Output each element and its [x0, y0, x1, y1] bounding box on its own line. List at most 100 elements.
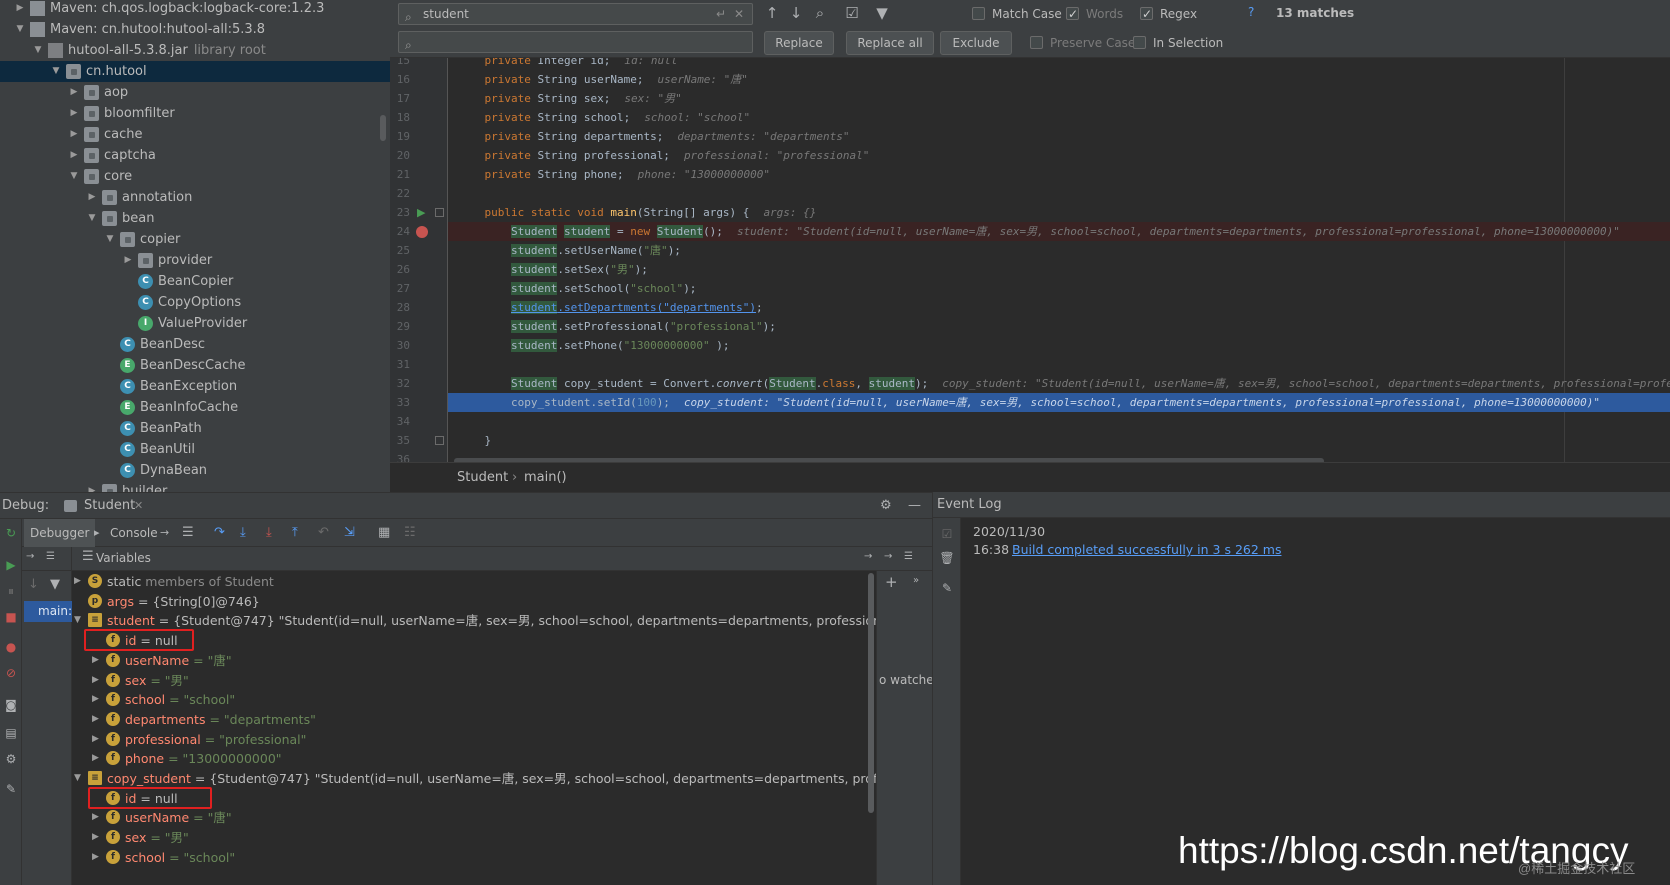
tree-item[interactable]: C BeanPath	[0, 418, 390, 439]
evaluate-expression-icon[interactable]: ▦	[378, 519, 390, 547]
collapse-arrow-icon[interactable]: ▼	[14, 19, 26, 40]
variables-restore-icon[interactable]: →	[864, 551, 872, 562]
line-number[interactable]: 20	[390, 146, 410, 165]
preserve-case-checkbox[interactable]: Preserve Case	[1030, 34, 1135, 52]
add-watch-icon[interactable]: +	[885, 573, 898, 591]
code-line[interactable]	[448, 184, 1670, 203]
collapse-arrow-icon[interactable]: ▼	[74, 768, 81, 789]
variable-row[interactable]: ▶ f userName = "唐"	[72, 807, 876, 828]
match-case-checkbox[interactable]: Match Case	[972, 5, 1062, 23]
tree-item[interactable]: ▼ hutool-all-5.3.8.jar library root	[0, 40, 390, 61]
breadcrumb-class[interactable]: Student	[457, 463, 508, 493]
regex-checkbox[interactable]: Regex	[1140, 5, 1197, 23]
code-line[interactable]	[448, 412, 1670, 431]
tree-item[interactable]: ▼ cn.hutool	[0, 61, 390, 82]
code-line[interactable]: student.setPhone("13000000000" );	[448, 336, 1670, 355]
fold-marker-icon[interactable]	[435, 436, 444, 445]
step-into-icon[interactable]: ⤓	[240, 519, 246, 547]
tree-item[interactable]: ▶ cache	[0, 124, 390, 145]
code-line[interactable]: Student student = new Student(); student:…	[448, 222, 1670, 241]
search-input[interactable]: ⌕ student ↵ ✕	[398, 3, 753, 25]
code-line[interactable]: private String school; school: "school"	[448, 108, 1670, 127]
variable-row[interactable]: p args = {String[0]@746}	[72, 591, 876, 612]
frames-filter-icon[interactable]: ▼	[50, 577, 60, 592]
expand-arrow-icon[interactable]: ▶	[92, 709, 99, 730]
console-tab[interactable]: Console	[110, 519, 158, 547]
variable-row[interactable]: ▶ f userName = "唐"	[72, 650, 876, 671]
line-number[interactable]: 34	[390, 412, 410, 431]
debugger-tab[interactable]: Debugger	[24, 519, 96, 547]
variable-row[interactable]: ▼ ≡ copy_student = {Student@747} "Student(…	[72, 768, 876, 789]
line-number[interactable]: 28	[390, 298, 410, 317]
variable-row[interactable]: ▶ f professional = "professional"	[72, 729, 876, 750]
code-line[interactable]	[448, 355, 1670, 374]
camera-icon[interactable]: ◙	[3, 697, 19, 713]
collapse-arrow-icon[interactable]: ▼	[86, 208, 98, 229]
pin-icon[interactable]: ✎	[3, 781, 19, 797]
view-breakpoints-icon[interactable]: ●	[3, 639, 19, 655]
previous-occurrence-icon[interactable]: ↑	[762, 3, 782, 23]
expand-arrow-icon[interactable]: ▶	[92, 807, 99, 828]
line-number[interactable]: 23	[390, 203, 410, 222]
stop-icon[interactable]: ■	[3, 609, 19, 625]
exclude-button[interactable]: Exclude	[940, 31, 1012, 55]
tree-item[interactable]: ▼ bean	[0, 208, 390, 229]
tree-item[interactable]: ▼ copier	[0, 229, 390, 250]
tree-item[interactable]: ▶ bloomfilter	[0, 103, 390, 124]
expand-arrow-icon[interactable]: ▶	[68, 103, 80, 124]
tree-scrollbar[interactable]	[380, 115, 386, 141]
code-line[interactable]: }	[448, 431, 1670, 450]
minimize-icon[interactable]: —	[908, 493, 921, 519]
run-to-cursor-icon[interactable]: ⇲	[344, 519, 355, 547]
variable-row[interactable]: ▶ f departments = "departments"	[72, 709, 876, 730]
tree-item[interactable]: ▶ Maven: ch.qos.logback:logback-core:1.2.…	[0, 0, 390, 19]
replace-input[interactable]: ⌕	[398, 31, 753, 53]
frames-list-icon[interactable]: ☰	[46, 551, 55, 562]
expand-arrow-icon[interactable]: ▶	[92, 847, 99, 868]
line-number[interactable]: 19	[390, 127, 410, 146]
tree-item[interactable]: I ValueProvider	[0, 313, 390, 334]
run-gutter-icon[interactable]: ▶	[417, 206, 425, 219]
collapse-arrow-icon[interactable]: ▼	[68, 166, 80, 187]
fold-marker-icon[interactable]	[435, 208, 444, 217]
expand-arrow-icon[interactable]: ▶	[68, 124, 80, 145]
line-number[interactable]: 29	[390, 317, 410, 336]
variable-row[interactable]: ▶ f sex = "男"	[72, 827, 876, 848]
expand-arrow-icon[interactable]: ▶	[86, 187, 98, 208]
code-line[interactable]: student.setProfessional("professional");	[448, 317, 1670, 336]
code-line[interactable]: private String departments; departments: …	[448, 127, 1670, 146]
tree-item[interactable]: ▶ builder	[0, 481, 390, 492]
expand-arrow-icon[interactable]: ▶	[68, 82, 80, 103]
wrench-icon[interactable]: ✎	[939, 580, 955, 596]
tree-item[interactable]: C CopyOptions	[0, 292, 390, 313]
tree-item[interactable]: ▶ provider	[0, 250, 390, 271]
filter-icon[interactable]: ▼	[872, 3, 892, 23]
variables-tree[interactable]: ▶ Sstatic members of Student p args = {Stri…	[72, 571, 876, 885]
code-line[interactable]: private String phone; phone: "13000000000…	[448, 165, 1670, 184]
line-number[interactable]: 31	[390, 355, 410, 374]
filter-search-results-icon[interactable]: ☑	[842, 3, 862, 23]
code-line[interactable]: private String sex; sex: "男"	[448, 89, 1670, 108]
variable-row[interactable]: ▶ Sstatic members of Student	[72, 571, 876, 592]
variables-pin-icon[interactable]: →	[884, 551, 892, 562]
tree-item[interactable]: C DynaBean	[0, 460, 390, 481]
tree-item[interactable]: E BeanDescCache	[0, 355, 390, 376]
step-out-icon[interactable]: ⤒	[292, 519, 298, 547]
tree-item[interactable]: C BeanException	[0, 376, 390, 397]
line-number[interactable]: 17	[390, 89, 410, 108]
close-tab-icon[interactable]: ✕	[134, 493, 143, 519]
pause-icon[interactable]: ⏸	[3, 583, 19, 599]
variable-row[interactable]: ▶ f school = "school"	[72, 847, 876, 868]
code-line[interactable]: private Integer id; id: null	[448, 58, 1670, 70]
tree-item[interactable]: ▶ captcha	[0, 145, 390, 166]
line-number[interactable]: 16	[390, 70, 410, 89]
variable-row[interactable]: ▶ f school = "school"	[72, 689, 876, 710]
code-line[interactable]: student.setUserName("唐");	[448, 241, 1670, 260]
rerun-icon[interactable]: ↻	[3, 525, 19, 541]
line-number[interactable]: 27	[390, 279, 410, 298]
breakpoint-icon[interactable]	[416, 226, 428, 238]
code-line[interactable]: public static void main(String[] args) {…	[448, 203, 1670, 222]
tree-item[interactable]: ▼ core	[0, 166, 390, 187]
tree-item[interactable]: E BeanInfoCache	[0, 397, 390, 418]
expand-arrow-icon[interactable]: ▶	[92, 689, 99, 710]
